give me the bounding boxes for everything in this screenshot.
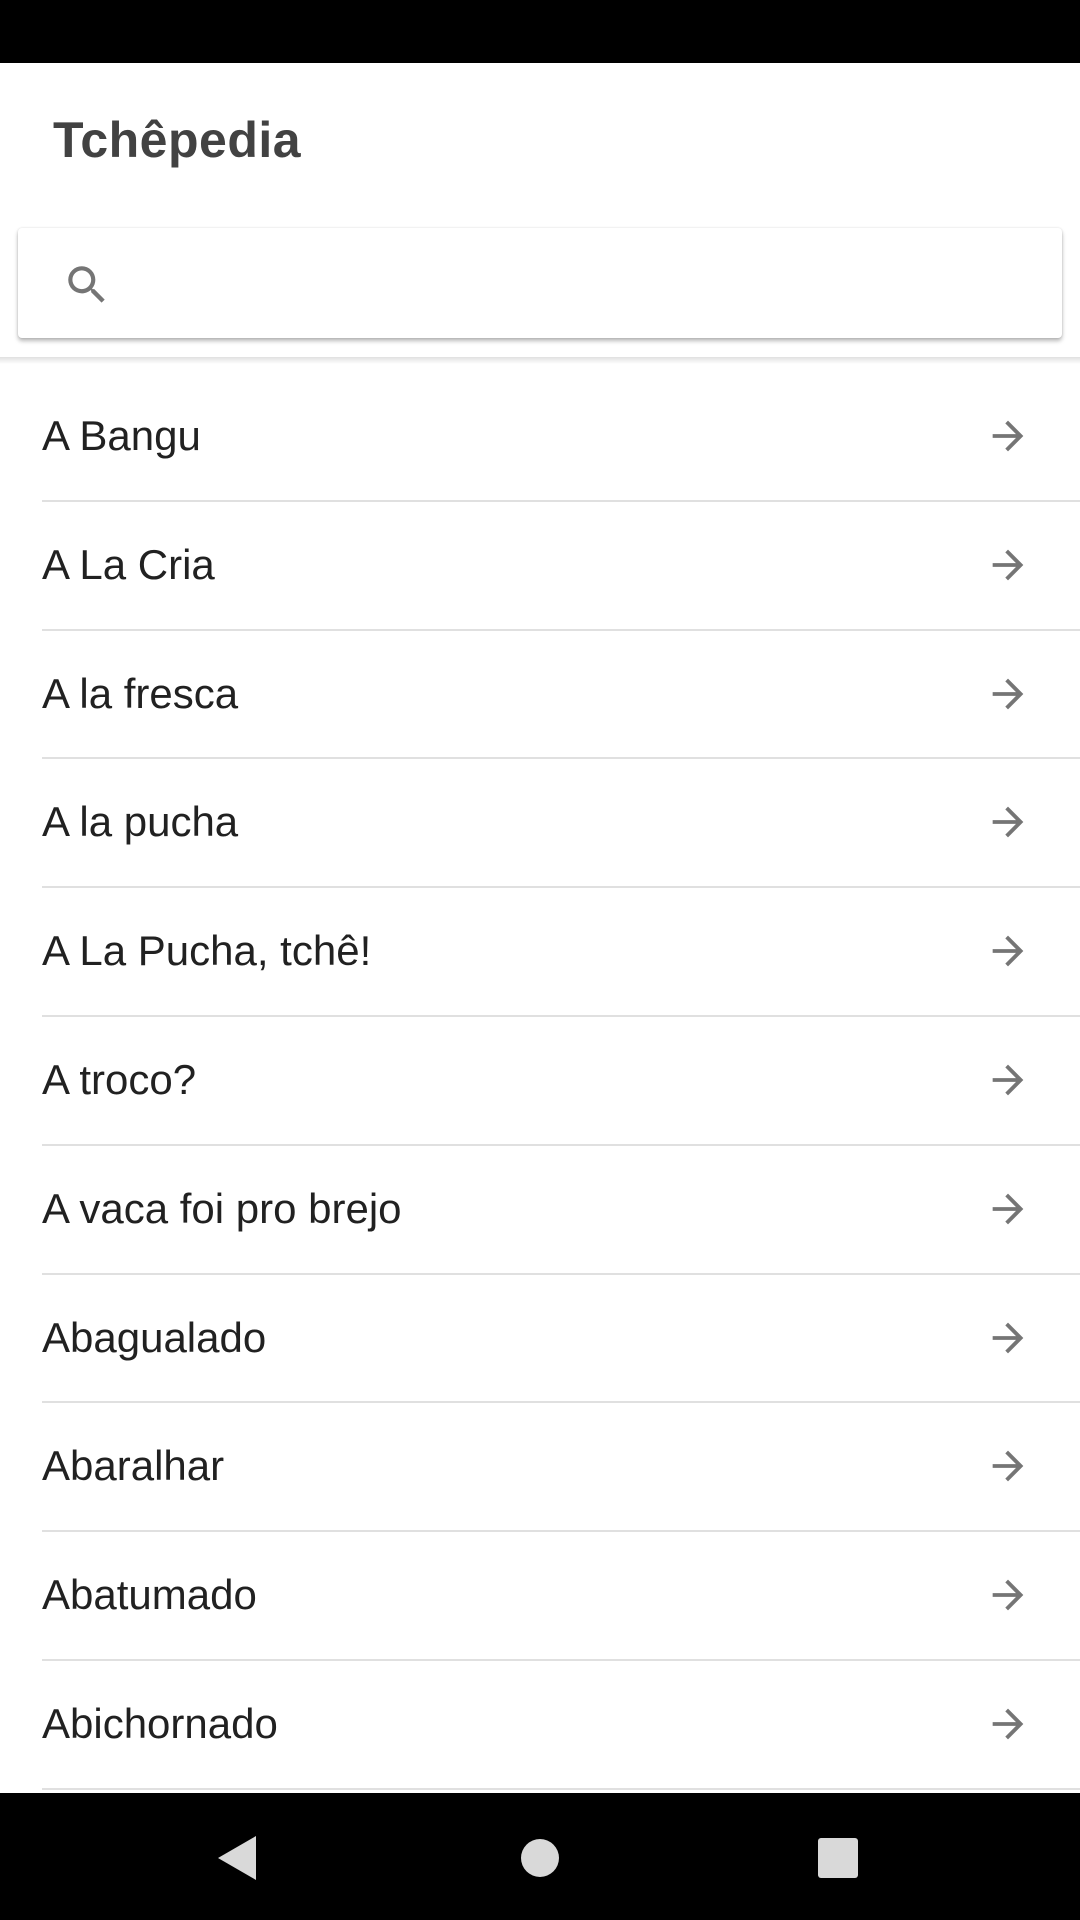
list-item-label: Abagualado [42,1313,267,1361]
list-item-label: Abatumado [42,1571,257,1619]
app-title: Tchêpedia [53,112,302,168]
list-item[interactable]: A vaca foi pro brejo [0,1146,1080,1275]
search-box[interactable] [18,228,1062,338]
list-item[interactable]: Abatumado [0,1532,1080,1661]
list-item-label: A la fresca [42,669,239,717]
navigation-bar [0,1793,1080,1920]
arrow-right-icon [992,1579,1024,1611]
list-item-label: Abichornado [42,1699,278,1747]
search-icon[interactable] [62,260,112,310]
arrow-right-icon [992,420,1024,452]
list-item[interactable]: A La Cria [0,502,1080,631]
arrow-right-icon [992,549,1024,581]
back-icon[interactable] [203,1823,273,1893]
list-item[interactable]: A troco? [0,1017,1080,1146]
arrow-right-icon [992,1193,1024,1225]
status-bar [0,0,1080,63]
list-item-label: A vaca foi pro brejo [42,1184,402,1232]
list-item-label: A Bangu [42,412,201,459]
list-item[interactable]: A La Pucha, tchê! [0,888,1080,1017]
list-item-label: Abaralhar [42,1442,225,1490]
arrow-right-icon [992,1708,1024,1740]
arrow-right-icon [992,1451,1024,1482]
word-list: A Bangu A La Cria A la fresca A la pucha… [0,373,1080,1793]
list-item[interactable]: Abaralhar [0,1403,1080,1532]
arrow-right-icon [992,935,1024,967]
list-item[interactable]: Abagualado [0,1275,1080,1404]
home-icon[interactable] [505,1823,575,1893]
search-input[interactable] [138,228,1038,338]
list-item-label: A la pucha [42,798,239,846]
list-item[interactable]: Abichornado [0,1661,1080,1790]
arrow-right-icon [992,1322,1024,1353]
list-item[interactable]: A Bangu [0,373,1080,502]
recents-icon[interactable] [803,1823,873,1893]
list-item-label: A La Pucha, tchê! [42,927,372,975]
list-item-label: A troco? [42,1055,197,1103]
header-shadow [0,357,1080,364]
arrow-right-icon [992,1064,1024,1096]
app-header: Tchêpedia [0,63,1080,357]
list-item-label: A La Cria [42,540,215,588]
arrow-right-icon [992,807,1024,838]
list-item[interactable]: A la pucha [0,759,1080,888]
list-item[interactable]: A la fresca [0,631,1080,760]
arrow-right-icon [992,678,1024,709]
